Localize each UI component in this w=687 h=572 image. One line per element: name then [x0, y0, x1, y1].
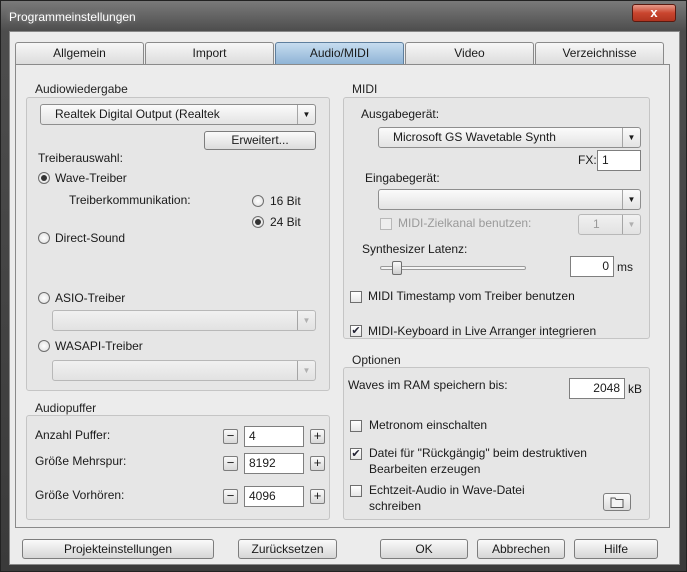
rueckgaengig-label-line1: Datei für "Rückgängig" beim destruktiven: [369, 446, 587, 460]
vorhoeren-plus-button[interactable]: +: [310, 489, 325, 504]
close-button[interactable]: x: [632, 4, 676, 22]
wasapi-treiber-radio[interactable]: [38, 340, 50, 352]
audiopuffer-title: Audiopuffer: [35, 401, 97, 415]
rueckgaengig-label-line2: Bearbeiten erzeugen: [369, 462, 481, 476]
groesse-mehrspur-label: Größe Mehrspur:: [35, 454, 127, 468]
midi-eingabe-dropdown[interactable]: ▼: [378, 189, 641, 210]
erweitert-button[interactable]: Erweitert...: [204, 131, 316, 150]
chevron-down-icon: ▼: [297, 105, 315, 124]
midi-ausgabe-dropdown[interactable]: Microsoft GS Wavetable Synth ▼: [378, 127, 641, 148]
asio-treiber-label: ASIO-Treiber: [55, 291, 126, 305]
bit24-label: 24 Bit: [270, 215, 301, 229]
bit16-radio[interactable]: [252, 195, 264, 207]
bit16-label: 16 Bit: [270, 194, 301, 208]
asio-device-dropdown[interactable]: ▼: [52, 310, 316, 331]
midi-zielkanal-checkbox[interactable]: [380, 218, 392, 230]
ram-input[interactable]: 2048: [569, 378, 625, 399]
anzahl-plus-button[interactable]: +: [310, 429, 325, 444]
chevron-down-icon: ▼: [297, 311, 315, 330]
settings-window: Programmeinstellungen x Allgemein Import…: [0, 0, 687, 572]
audio-device-dropdown[interactable]: Realtek Digital Output (Realtek ▼: [40, 104, 316, 125]
midi-keyboard-checkbox[interactable]: ✔: [350, 325, 362, 337]
midi-timestamp-label: MIDI Timestamp vom Treiber benutzen: [368, 289, 575, 303]
treiberauswahl-label: Treiberauswahl:: [38, 151, 123, 165]
audiopuffer-group: Anzahl Puffer: − 4 + Größe Mehrspur: − 8…: [26, 415, 330, 520]
tab-audio-midi[interactable]: Audio/MIDI: [275, 42, 404, 64]
direct-sound-label: Direct-Sound: [55, 231, 126, 245]
echtzeit-checkbox[interactable]: [350, 485, 362, 497]
synthesizer-latenz-label: Synthesizer Latenz:: [362, 242, 468, 256]
anzahl-puffer-input[interactable]: 4: [244, 426, 304, 447]
folder-icon: [610, 497, 624, 508]
metronom-label: Metronom einschalten: [369, 418, 488, 432]
groesse-vorhoeren-label: Größe Vorhören:: [35, 488, 125, 502]
audio-midi-panel: Audiowiedergabe Realtek Digital Output (…: [15, 64, 670, 528]
midi-ausgabe-value: Microsoft GS Wavetable Synth: [393, 130, 556, 144]
midi-timestamp-checkbox[interactable]: [350, 291, 362, 303]
fx-input[interactable]: 1: [597, 150, 641, 171]
latenz-input[interactable]: 0: [570, 256, 614, 277]
anzahl-puffer-label: Anzahl Puffer:: [35, 428, 111, 442]
midi-zielkanal-value: 1: [593, 217, 600, 231]
wave-treiber-label: Wave-Treiber: [55, 171, 127, 185]
chevron-down-icon: ▼: [297, 361, 315, 380]
eingabegeraet-label: Eingabegerät:: [365, 171, 440, 185]
zuruecksetzen-button[interactable]: Zurücksetzen: [238, 539, 337, 559]
treiberkommunikation-label: Treiberkommunikation:: [69, 193, 191, 207]
direct-sound-radio[interactable]: [38, 232, 50, 244]
wasapi-device-dropdown[interactable]: ▼: [52, 360, 316, 381]
latenz-slider-thumb[interactable]: [392, 261, 402, 275]
groesse-vorhoeren-input[interactable]: 4096: [244, 486, 304, 507]
fx-label: FX:: [578, 153, 597, 167]
groesse-mehrspur-input[interactable]: 8192: [244, 453, 304, 474]
window-title: Programmeinstellungen: [9, 10, 136, 24]
ram-label: Waves im RAM speichern bis:: [348, 378, 508, 392]
ram-unit: kB: [628, 382, 643, 396]
mehrspur-plus-button[interactable]: +: [310, 456, 325, 471]
ausgabegeraet-label: Ausgabegerät:: [361, 107, 440, 121]
chevron-down-icon: ▼: [622, 128, 640, 147]
asio-treiber-radio[interactable]: [38, 292, 50, 304]
tab-verzeichnisse[interactable]: Verzeichnisse: [535, 42, 664, 64]
tab-import[interactable]: Import: [145, 42, 274, 64]
midi-zielkanal-label: MIDI-Zielkanal benutzen:: [398, 216, 532, 230]
ok-button[interactable]: OK: [380, 539, 468, 559]
bit24-radio[interactable]: [252, 216, 264, 228]
mehrspur-minus-button[interactable]: −: [223, 456, 238, 471]
audio-device-value: Realtek Digital Output (Realtek: [55, 107, 220, 121]
optionen-title: Optionen: [352, 353, 401, 367]
client-area: Allgemein Import Audio/MIDI Video Verzei…: [9, 31, 680, 565]
wasapi-treiber-label: WASAPI-Treiber: [55, 339, 143, 353]
tab-video[interactable]: Video: [405, 42, 534, 64]
rueckgaengig-checkbox[interactable]: ✔: [350, 448, 362, 460]
title-bar[interactable]: Programmeinstellungen x: [1, 1, 686, 31]
audiowiedergabe-group: Realtek Digital Output (Realtek ▼ Erweit…: [26, 97, 330, 391]
vorhoeren-minus-button[interactable]: −: [223, 489, 238, 504]
audiowiedergabe-title: Audiowiedergabe: [35, 82, 128, 96]
optionen-group: Waves im RAM speichern bis: 2048 kB Metr…: [343, 367, 650, 520]
midi-title: MIDI: [352, 82, 378, 96]
chevron-down-icon: ▼: [622, 190, 640, 209]
echtzeit-label-line2: schreiben: [369, 499, 422, 513]
anzahl-minus-button[interactable]: −: [223, 429, 238, 444]
projekteinstellungen-button[interactable]: Projekteinstellungen: [22, 539, 214, 559]
echtzeit-label-line1: Echtzeit-Audio in Wave-Datei: [369, 483, 525, 497]
tab-allgemein[interactable]: Allgemein: [15, 42, 144, 64]
abbrechen-button[interactable]: Abbrechen: [477, 539, 565, 559]
wave-treiber-radio[interactable]: [38, 172, 50, 184]
metronom-checkbox[interactable]: [350, 420, 362, 432]
latenz-unit: ms: [617, 260, 633, 274]
hilfe-button[interactable]: Hilfe: [574, 539, 658, 559]
midi-group: Ausgabegerät: Microsoft GS Wavetable Syn…: [343, 97, 650, 339]
midi-zielkanal-dropdown[interactable]: 1 ▼: [578, 214, 641, 235]
folder-browse-button[interactable]: [603, 493, 631, 511]
chevron-down-icon: ▼: [622, 215, 640, 234]
midi-keyboard-label: MIDI-Keyboard in Live Arranger integrier…: [368, 324, 597, 338]
